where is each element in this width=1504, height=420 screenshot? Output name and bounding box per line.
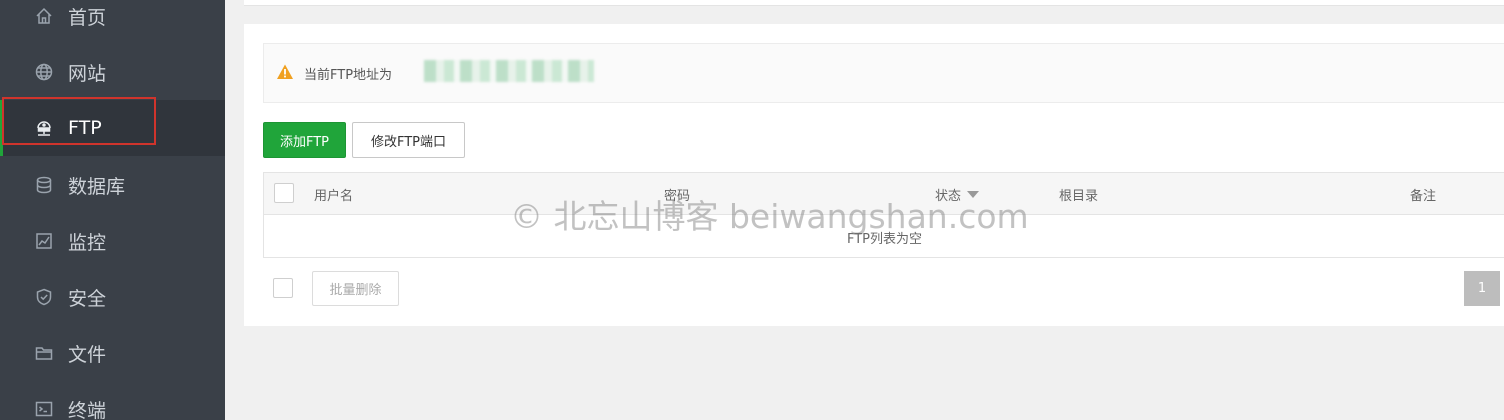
sidebar-item-home[interactable]: 首页 xyxy=(0,0,225,44)
sidebar-item-ftp[interactable]: FTP xyxy=(0,100,225,156)
sidebar-item-label: 安全 xyxy=(68,287,107,310)
ftp-panel: 当前FTP地址为 添加FTP 修改FTP端口 用户名 密码 状态 根目录 备注 … xyxy=(244,24,1504,326)
database-icon xyxy=(33,174,55,196)
batch-delete-button[interactable]: 批量删除 xyxy=(312,271,399,306)
sidebar-item-label: 网站 xyxy=(68,62,107,85)
sidebar-item-label: 首页 xyxy=(68,6,107,29)
column-password[interactable]: 密码 xyxy=(664,185,690,204)
sidebar-item-label: 监控 xyxy=(68,231,107,254)
pagination-page-button[interactable]: 1 xyxy=(1464,271,1500,306)
globe-icon xyxy=(33,61,55,83)
folder-icon xyxy=(33,342,55,364)
warning-icon xyxy=(277,64,293,79)
sidebar-item-monitor[interactable]: 监控 xyxy=(0,213,225,269)
column-status-label: 状态 xyxy=(935,189,962,204)
sidebar-item-database[interactable]: 数据库 xyxy=(0,157,225,213)
ftp-address-value-redacted xyxy=(424,60,594,82)
empty-state-text: FTP列表为空 xyxy=(846,232,923,247)
sidebar-item-files[interactable]: 文件 xyxy=(0,325,225,381)
ftp-address-notice: 当前FTP地址为 xyxy=(263,43,1504,103)
sidebar: 首页 网站 FTP 数据库 监控 安全 文件 终端 xyxy=(0,0,225,420)
shield-icon xyxy=(33,286,55,308)
notice-text: 当前FTP地址为 xyxy=(304,68,393,83)
sort-down-icon xyxy=(967,191,980,198)
top-panel xyxy=(244,0,1504,6)
table-header: 用户名 密码 状态 根目录 备注 xyxy=(264,173,1504,215)
sidebar-item-label: 数据库 xyxy=(68,175,126,198)
monitor-chart-icon xyxy=(33,230,55,252)
sidebar-item-terminal[interactable]: 终端 xyxy=(0,381,225,420)
home-icon xyxy=(33,5,55,27)
sidebar-item-label: FTP xyxy=(68,117,102,139)
column-root-dir[interactable]: 根目录 xyxy=(1059,185,1098,204)
ftp-table: 用户名 密码 状态 根目录 备注 FTP列表为空 xyxy=(263,172,1504,258)
select-all-checkbox[interactable] xyxy=(274,183,294,203)
sidebar-item-label: 文件 xyxy=(68,343,107,366)
change-ftp-port-button[interactable]: 修改FTP端口 xyxy=(352,122,465,158)
ftp-network-icon xyxy=(33,117,55,139)
sidebar-item-security[interactable]: 安全 xyxy=(0,269,225,325)
column-username[interactable]: 用户名 xyxy=(314,185,353,204)
add-ftp-button[interactable]: 添加FTP xyxy=(263,122,346,158)
column-status[interactable]: 状态 xyxy=(935,185,980,204)
terminal-icon xyxy=(33,398,55,420)
column-remark[interactable]: 备注 xyxy=(1410,185,1436,204)
sidebar-item-website[interactable]: 网站 xyxy=(0,44,225,100)
sidebar-item-label: 终端 xyxy=(68,399,107,420)
batch-select-checkbox[interactable] xyxy=(273,278,293,298)
